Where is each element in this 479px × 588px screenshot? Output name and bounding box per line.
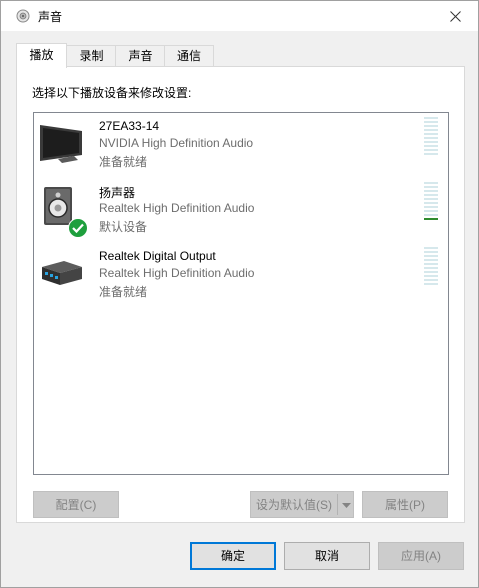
tab-playback[interactable]: 播放	[16, 43, 67, 68]
device-list[interactable]: 27EA33-14 NVIDIA High Definition Audio 准…	[33, 112, 449, 475]
sound-dialog: 声音 播放 录制 声音 通信 选择以下播放设备来修改设置: 27EA33-14 …	[0, 0, 479, 588]
tab-sounds[interactable]: 声音	[115, 45, 166, 67]
monitor-icon	[40, 125, 82, 163]
device-description: Realtek High Definition Audio	[99, 201, 255, 215]
device-name: 扬声器	[99, 186, 136, 200]
close-button[interactable]	[432, 1, 478, 31]
default-check-icon	[68, 218, 88, 238]
set-default-label: 设为默认值(S)	[256, 498, 332, 512]
device-status: 准备就绪	[99, 155, 148, 169]
instruction-text: 选择以下播放设备来修改设置:	[32, 86, 192, 100]
properties-button[interactable]: 属性(P)	[362, 491, 448, 518]
digital-output-icon	[42, 261, 82, 285]
window-title: 声音	[38, 10, 63, 24]
split-divider	[337, 494, 338, 515]
apply-button[interactable]: 应用(A)	[378, 542, 464, 570]
list-item[interactable]: Realtek Digital Output Realtek High Defi…	[34, 243, 448, 307]
cancel-button[interactable]: 取消	[284, 542, 370, 570]
device-name: 27EA33-14	[99, 119, 160, 133]
chevron-down-icon[interactable]	[342, 503, 351, 508]
tab-communications[interactable]: 通信	[164, 45, 214, 67]
device-description: NVIDIA High Definition Audio	[99, 136, 254, 150]
device-description: Realtek High Definition Audio	[99, 266, 255, 280]
ok-button[interactable]: 确定	[190, 542, 276, 570]
title-bar: 声音	[1, 1, 478, 31]
close-icon	[449, 10, 461, 22]
speaker-icon	[16, 9, 30, 23]
volume-meter	[424, 182, 438, 222]
list-item[interactable]: 27EA33-14 NVIDIA High Definition Audio 准…	[34, 113, 448, 177]
set-default-button[interactable]: 设为默认值(S)	[250, 491, 354, 518]
list-item[interactable]: 扬声器 Realtek High Definition Audio 默认设备	[34, 178, 448, 242]
device-status: 默认设备	[99, 220, 148, 234]
tab-recording[interactable]: 录制	[66, 45, 117, 67]
volume-meter	[424, 247, 438, 287]
playback-panel: 选择以下播放设备来修改设置: 27EA33-14 NVIDIA High Def…	[16, 66, 465, 523]
volume-meter	[424, 117, 438, 157]
device-status: 准备就绪	[99, 285, 148, 299]
device-name: Realtek Digital Output	[99, 249, 216, 263]
configure-button[interactable]: 配置(C)	[33, 491, 119, 518]
